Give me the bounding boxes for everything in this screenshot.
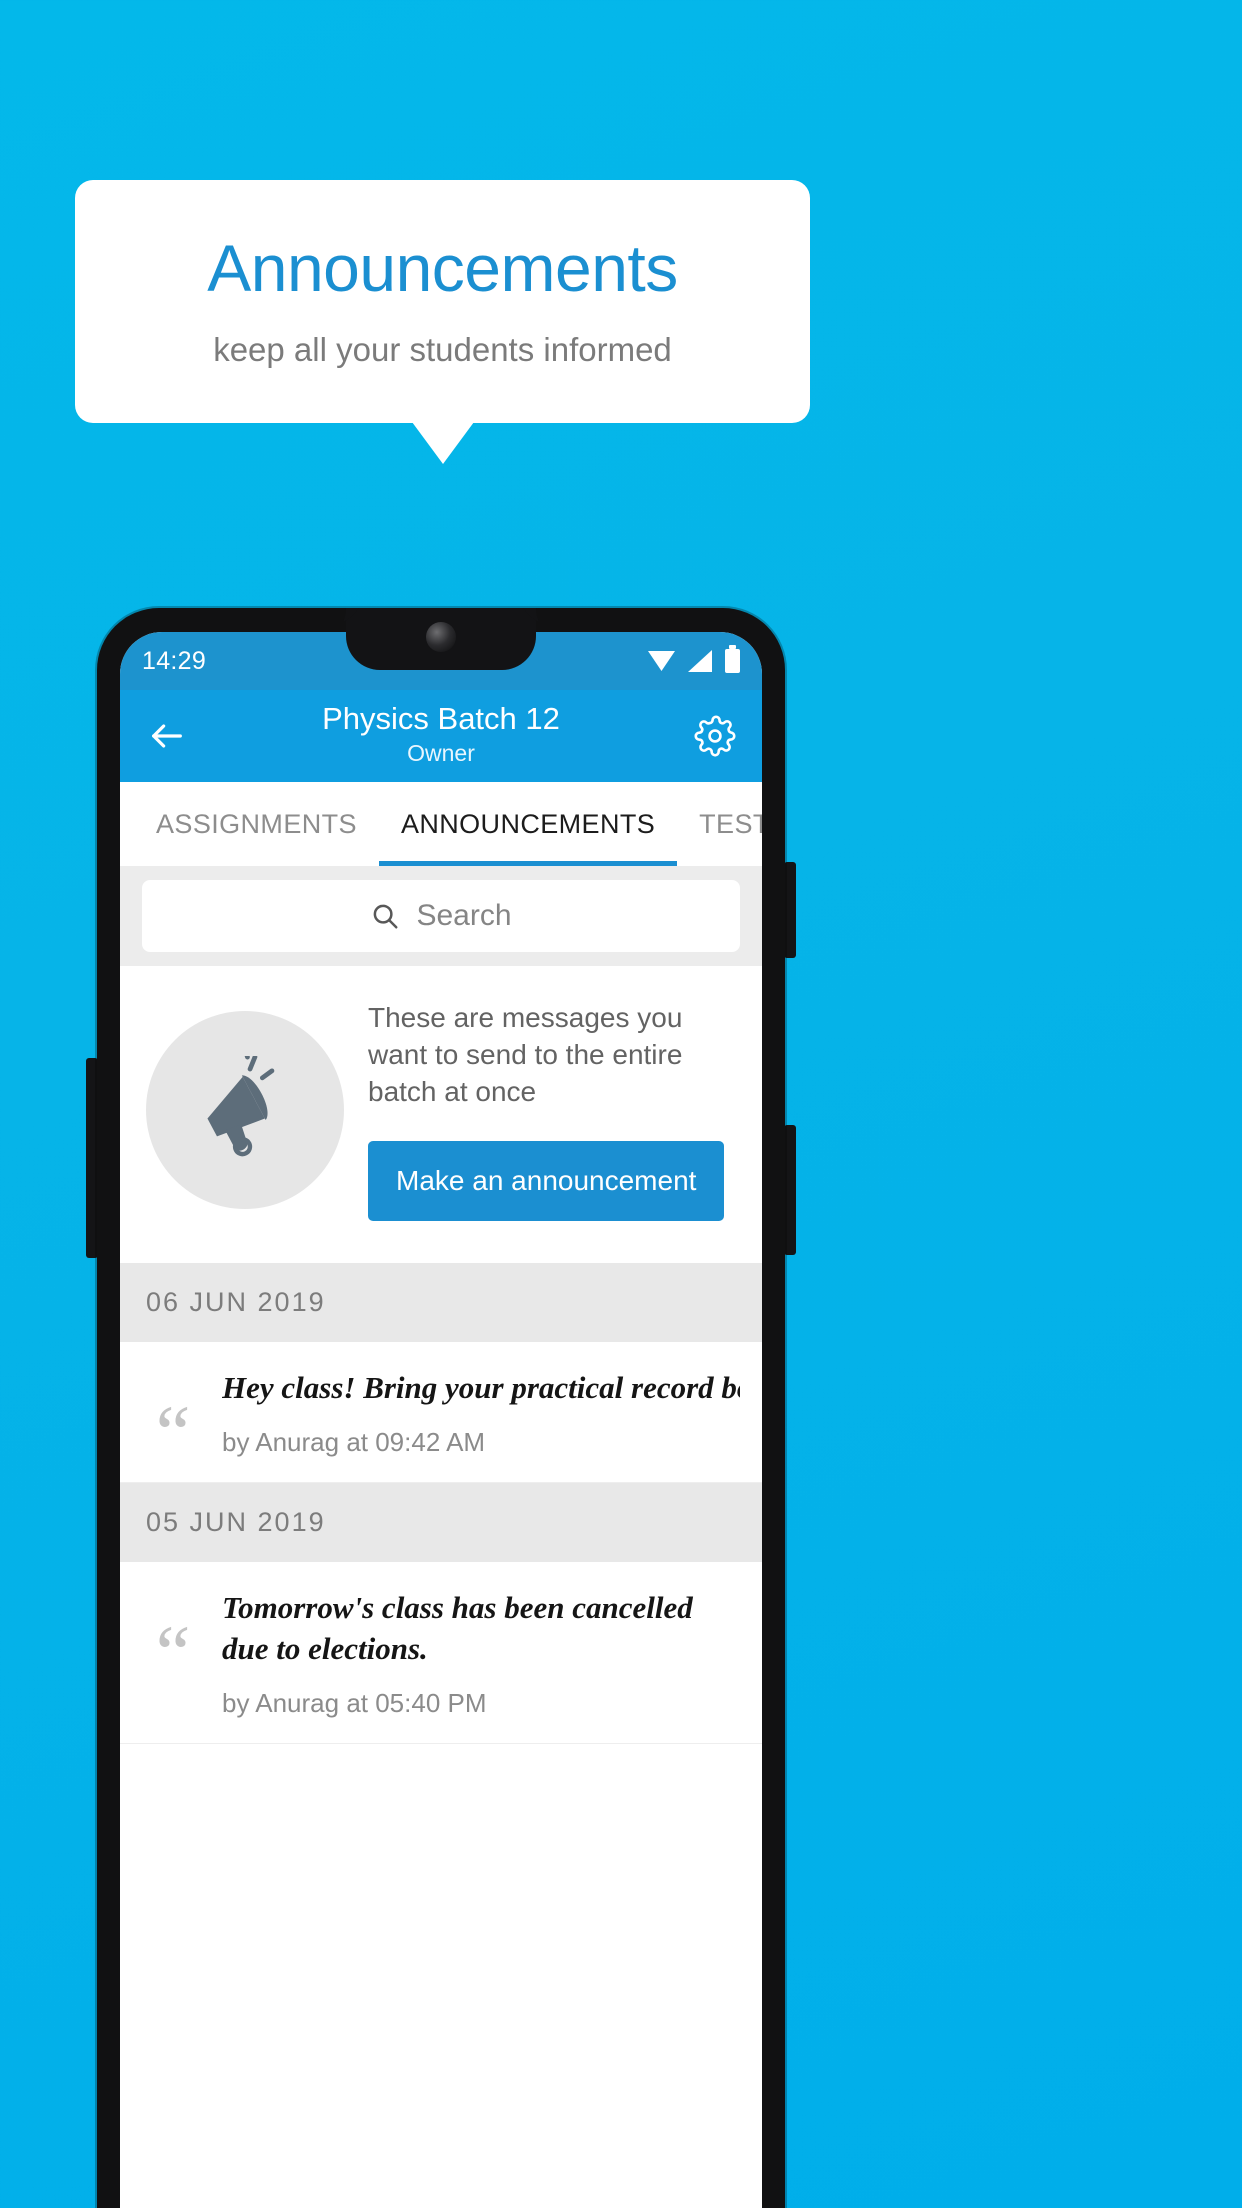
page-title: Physics Batch 12 [322,701,560,736]
front-camera [426,622,456,652]
make-announcement-button[interactable]: Make an announcement [368,1140,725,1221]
search-input[interactable]: Search [142,880,740,952]
tab-announcements[interactable]: ANNOUNCEMENTS [378,782,678,866]
announcement-meta: by Anurag at 09:42 AM [222,1426,486,1457]
tab-assignments[interactable]: ASSIGNMENTS [120,782,379,866]
phone-power-button [784,862,796,958]
announcement-meta: by Anurag at 05:40 PM [222,1687,487,1718]
search-placeholder: Search [416,899,512,932]
date-header: 06 JUN 2019 [120,1262,762,1342]
promo-subtitle: keep all your students informed [213,330,672,368]
tab-bar: ASSIGNMENTS ANNOUNCEMENTS TESTS \ [120,782,762,866]
status-time: 14:29 [142,646,207,675]
search-icon [370,901,400,931]
empty-state-content: These are messages you want to send to t… [368,1000,736,1221]
promo-title: Announcements [207,230,678,305]
announcement-list-item[interactable]: “ Hey class! Bring your practical record… [120,1341,762,1483]
announcement-content: Hey class! Bring your practical record b… [222,1368,740,1458]
megaphone-icon [146,1011,344,1210]
phone-frame: 14:29 Physics Batch 12 Owner ASSIGNMENTS… [97,608,785,2208]
gear-icon[interactable] [692,713,738,759]
announcement-empty-state: These are messages you want to send to t… [120,966,762,1263]
empty-state-description: These are messages you want to send to t… [368,1002,683,1107]
app-bar: Physics Batch 12 Owner [120,690,762,782]
app-bar-titles: Physics Batch 12 Owner [120,700,762,769]
promo-callout-card: Announcements keep all your students inf… [75,180,810,423]
wifi-icon [648,651,675,671]
battery-icon [725,645,740,673]
page-subtitle: Owner [407,739,475,766]
status-icons [648,645,740,673]
promo-callout-tail [412,422,474,464]
announcement-text: Hey class! Bring your practical record b… [222,1369,740,1405]
announcement-text: Tomorrow's class has been cancelled due … [222,1589,693,1666]
date-header: 05 JUN 2019 [120,1482,762,1562]
back-arrow-icon[interactable] [144,713,190,759]
quote-icon: “ [155,1608,191,1696]
announcement-list-item[interactable]: “ Tomorrow's class has been cancelled du… [120,1561,762,1744]
phone-screen: 14:29 Physics Batch 12 Owner ASSIGNMENTS… [120,632,762,2208]
phone-volume-button [784,1125,796,1255]
announcement-content: Tomorrow's class has been cancelled due … [222,1588,740,1719]
tab-tests[interactable]: TESTS [677,782,762,866]
quote-icon: “ [155,1388,191,1476]
search-bar-container: Search [120,866,762,966]
signal-icon [688,650,712,672]
